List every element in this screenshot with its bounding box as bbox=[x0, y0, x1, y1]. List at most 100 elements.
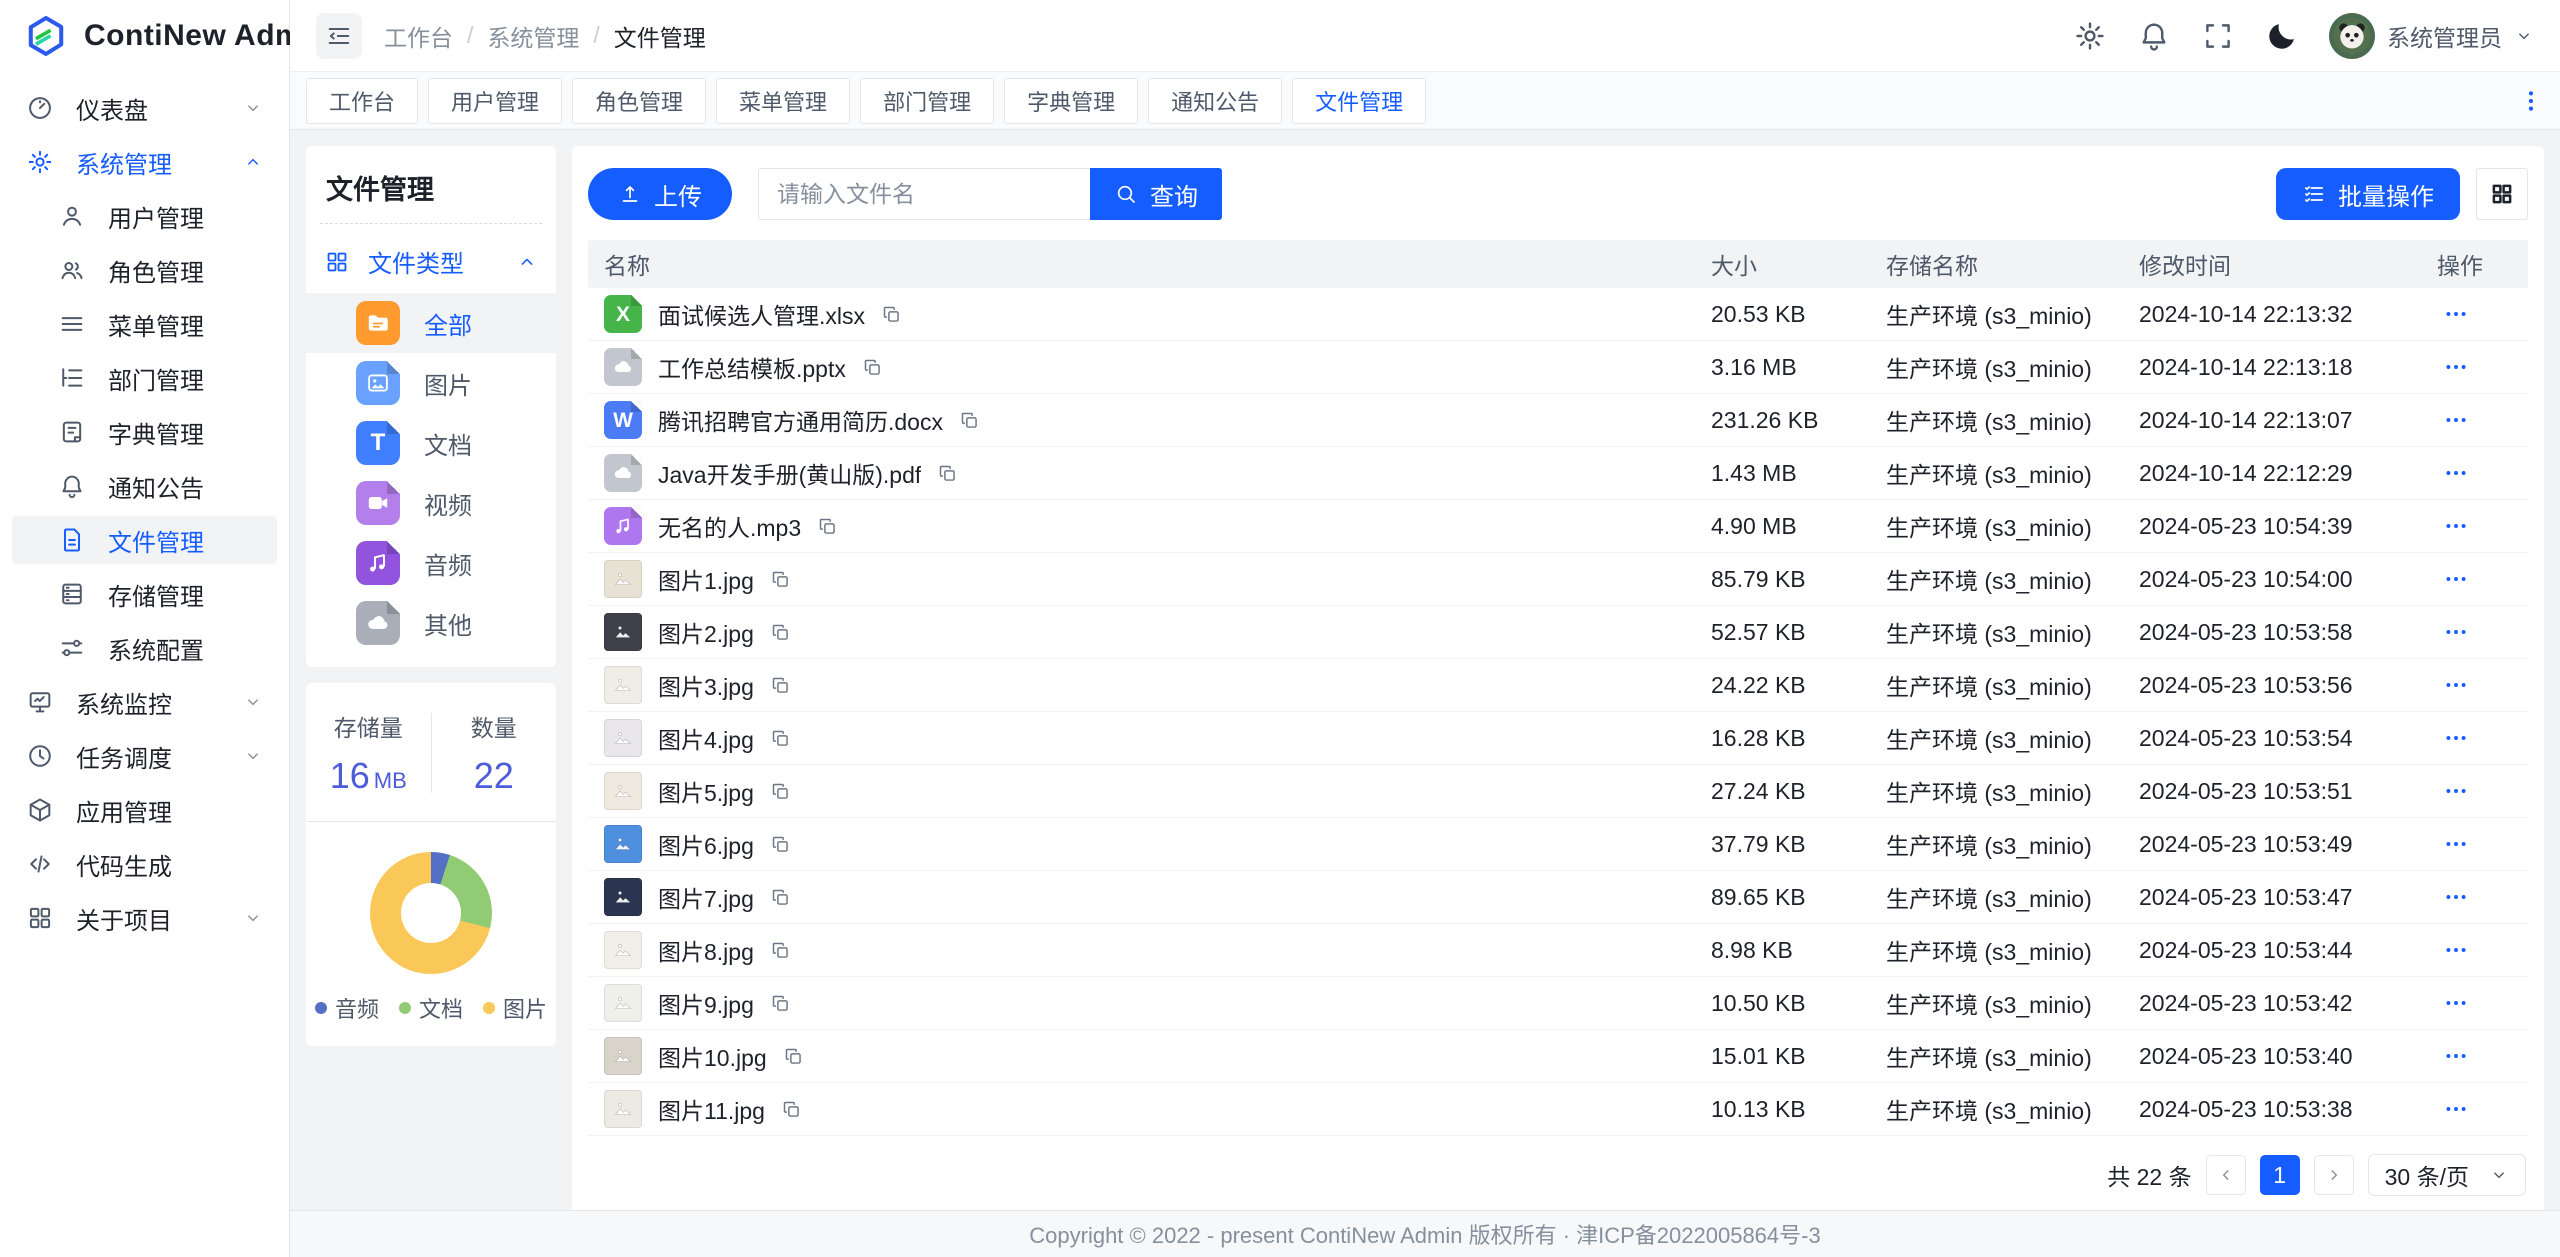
file-type-video[interactable]: 视频 bbox=[306, 473, 556, 533]
file-type-audio[interactable]: 音频 bbox=[306, 533, 556, 593]
table-row[interactable]: 图片8.jpg 8.98 KB 生产环境 (s3_minio) 2024-05-… bbox=[588, 924, 2528, 977]
copy-icon[interactable] bbox=[770, 622, 791, 643]
table-row[interactable]: 图片7.jpg 89.65 KB 生产环境 (s3_minio) 2024-05… bbox=[588, 871, 2528, 924]
table-row[interactable]: 工作总结模板.pptx 3.16 MB 生产环境 (s3_minio) 2024… bbox=[588, 341, 2528, 394]
table-row[interactable]: 图片3.jpg 24.22 KB 生产环境 (s3_minio) 2024-05… bbox=[588, 659, 2528, 712]
row-more-actions-button[interactable] bbox=[2437, 774, 2471, 808]
copy-icon[interactable] bbox=[770, 887, 791, 908]
row-more-actions-button[interactable] bbox=[2437, 827, 2471, 861]
copy-icon[interactable] bbox=[770, 569, 791, 590]
copy-icon[interactable] bbox=[770, 675, 791, 696]
row-more-actions-button[interactable] bbox=[2437, 403, 2471, 437]
table-row[interactable]: 图片2.jpg 52.57 KB 生产环境 (s3_minio) 2024-05… bbox=[588, 606, 2528, 659]
dark-mode-button[interactable] bbox=[2265, 19, 2299, 53]
sidebar-collapse-button[interactable] bbox=[316, 13, 362, 59]
file-type-section-toggle[interactable]: 文件类型 bbox=[306, 224, 556, 293]
query-button[interactable]: 查询 bbox=[1090, 168, 1222, 220]
tab-role-management[interactable]: 角色管理 bbox=[572, 78, 706, 124]
tab-more-menu[interactable] bbox=[2518, 88, 2544, 114]
next-page-button[interactable] bbox=[2314, 1155, 2354, 1195]
settings-button[interactable] bbox=[2073, 19, 2107, 53]
row-more-actions-button[interactable] bbox=[2437, 297, 2471, 331]
sidebar-item-dashboard[interactable]: 仪表盘 bbox=[12, 84, 277, 132]
copy-icon[interactable] bbox=[862, 357, 883, 378]
sidebar-item-code-generation[interactable]: 代码生成 bbox=[12, 840, 277, 888]
row-more-actions-button[interactable] bbox=[2437, 456, 2471, 490]
row-more-actions-button[interactable] bbox=[2437, 350, 2471, 384]
row-more-actions-button[interactable] bbox=[2437, 721, 2471, 755]
sidebar-item-file-management[interactable]: 文件管理 bbox=[12, 516, 277, 564]
row-more-actions-button[interactable] bbox=[2437, 1039, 2471, 1073]
file-type-document[interactable]: T 文档 bbox=[306, 413, 556, 473]
sidebar-item-system-management[interactable]: 系统管理 bbox=[12, 138, 277, 186]
breadcrumb-item[interactable]: 工作台 bbox=[384, 19, 453, 53]
table-row[interactable]: 无名的人.mp3 4.90 MB 生产环境 (s3_minio) 2024-05… bbox=[588, 500, 2528, 553]
sidebar-item-system-monitor[interactable]: 系统监控 bbox=[12, 678, 277, 726]
batch-operation-button[interactable]: 批量操作 bbox=[2276, 168, 2460, 220]
sidebar-item-about-project[interactable]: 关于项目 bbox=[12, 894, 277, 942]
copy-icon[interactable] bbox=[937, 463, 958, 484]
copy-icon[interactable] bbox=[781, 1099, 802, 1120]
row-more-actions-button[interactable] bbox=[2437, 668, 2471, 702]
sidebar-item-storage-management[interactable]: 存储管理 bbox=[12, 570, 277, 618]
table-row[interactable]: X 面试候选人管理.xlsx 20.53 KB 生产环境 (s3_minio) … bbox=[588, 288, 2528, 341]
row-more-actions-button[interactable] bbox=[2437, 933, 2471, 967]
page-size-select[interactable]: 30 条/页 bbox=[2368, 1154, 2526, 1196]
copy-icon[interactable] bbox=[959, 410, 980, 431]
row-more-actions-button[interactable] bbox=[2437, 986, 2471, 1020]
page-number-1[interactable]: 1 bbox=[2260, 1155, 2300, 1195]
notifications-button[interactable] bbox=[2137, 19, 2171, 53]
sidebar-item-system-config[interactable]: 系统配置 bbox=[12, 624, 277, 672]
table-row[interactable]: 图片4.jpg 16.28 KB 生产环境 (s3_minio) 2024-05… bbox=[588, 712, 2528, 765]
sidebar-item-role-management[interactable]: 角色管理 bbox=[12, 246, 277, 294]
copy-icon[interactable] bbox=[770, 781, 791, 802]
grid-view-toggle-button[interactable] bbox=[2476, 168, 2528, 220]
breadcrumb-item[interactable]: 系统管理 bbox=[487, 19, 579, 53]
user-menu[interactable]: 系统管理员 bbox=[2329, 13, 2534, 59]
table-row[interactable]: 图片6.jpg 37.79 KB 生产环境 (s3_minio) 2024-05… bbox=[588, 818, 2528, 871]
all-type-icon bbox=[356, 301, 400, 345]
tab-dept-management[interactable]: 部门管理 bbox=[860, 78, 994, 124]
copy-icon[interactable] bbox=[770, 993, 791, 1014]
copy-icon[interactable] bbox=[881, 304, 902, 325]
table-row[interactable]: 图片10.jpg 15.01 KB 生产环境 (s3_minio) 2024-0… bbox=[588, 1030, 2528, 1083]
storage-name: 生产环境 (s3_minio) bbox=[1886, 774, 2139, 808]
upload-button[interactable]: 上传 bbox=[588, 168, 732, 220]
sidebar-item-dept-management[interactable]: 部门管理 bbox=[12, 354, 277, 402]
sidebar-item-dict-management[interactable]: 字典管理 bbox=[12, 408, 277, 456]
sidebar-item-menu-management[interactable]: 菜单管理 bbox=[12, 300, 277, 348]
row-more-actions-button[interactable] bbox=[2437, 509, 2471, 543]
tab-menu-management[interactable]: 菜单管理 bbox=[716, 78, 850, 124]
sidebar-item-task-schedule[interactable]: 任务调度 bbox=[12, 732, 277, 780]
file-type-other[interactable]: 其他 bbox=[306, 593, 556, 653]
tab-user-management[interactable]: 用户管理 bbox=[428, 78, 562, 124]
copy-icon[interactable] bbox=[770, 940, 791, 961]
tab-file-management[interactable]: 文件管理 bbox=[1292, 78, 1426, 124]
table-row[interactable]: 图片11.jpg 10.13 KB 生产环境 (s3_minio) 2024-0… bbox=[588, 1083, 2528, 1136]
copy-icon[interactable] bbox=[770, 728, 791, 749]
table-row[interactable]: 图片1.jpg 85.79 KB 生产环境 (s3_minio) 2024-05… bbox=[588, 553, 2528, 606]
file-type-image[interactable]: 图片 bbox=[306, 353, 556, 413]
search-input[interactable] bbox=[758, 168, 1090, 220]
table-row[interactable]: Java开发手册(黄山版).pdf 1.43 MB 生产环境 (s3_minio… bbox=[588, 447, 2528, 500]
prev-page-button[interactable] bbox=[2206, 1155, 2246, 1195]
video-icon bbox=[365, 490, 391, 516]
copy-icon[interactable] bbox=[770, 834, 791, 855]
row-more-actions-button[interactable] bbox=[2437, 615, 2471, 649]
copy-icon[interactable] bbox=[817, 516, 838, 537]
tab-workbench[interactable]: 工作台 bbox=[306, 78, 418, 124]
row-more-actions-button[interactable] bbox=[2437, 1092, 2471, 1126]
fullscreen-button[interactable] bbox=[2201, 19, 2235, 53]
sidebar-item-app-management[interactable]: 应用管理 bbox=[12, 786, 277, 834]
sidebar-item-user-management[interactable]: 用户管理 bbox=[12, 192, 277, 240]
copy-icon[interactable] bbox=[783, 1046, 804, 1067]
table-row[interactable]: 图片9.jpg 10.50 KB 生产环境 (s3_minio) 2024-05… bbox=[588, 977, 2528, 1030]
table-row[interactable]: W 腾讯招聘官方通用简历.docx 231.26 KB 生产环境 (s3_min… bbox=[588, 394, 2528, 447]
row-more-actions-button[interactable] bbox=[2437, 562, 2471, 596]
file-type-all[interactable]: 全部 bbox=[306, 293, 556, 353]
tab-dict-management[interactable]: 字典管理 bbox=[1004, 78, 1138, 124]
tab-notice[interactable]: 通知公告 bbox=[1148, 78, 1282, 124]
row-more-actions-button[interactable] bbox=[2437, 880, 2471, 914]
sidebar-item-notice[interactable]: 通知公告 bbox=[12, 462, 277, 510]
table-row[interactable]: 图片5.jpg 27.24 KB 生产环境 (s3_minio) 2024-05… bbox=[588, 765, 2528, 818]
